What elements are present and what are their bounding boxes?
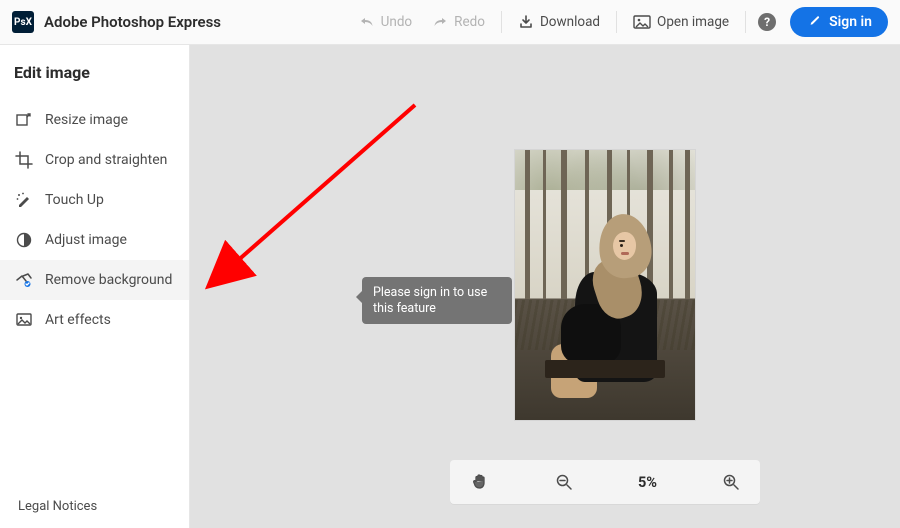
help-button[interactable]: ? — [758, 13, 776, 31]
signin-required-tooltip: Please sign in to use this feature — [362, 277, 512, 324]
signin-icon — [806, 14, 822, 30]
tool-remove-background[interactable]: Remove background — [0, 260, 189, 300]
open-image-label: Open image — [657, 14, 729, 30]
help-icon-text: ? — [764, 15, 770, 29]
touchup-icon — [15, 191, 33, 209]
tool-label: Touch Up — [45, 192, 104, 208]
crop-icon — [15, 151, 33, 169]
download-label: Download — [540, 14, 600, 30]
canvas-area: 5% Please sign in to use this feature — [190, 45, 900, 528]
app-header: PsX Adobe Photoshop Express Undo Redo Do… — [0, 0, 900, 45]
zoom-out-button[interactable] — [555, 473, 573, 491]
art-effects-icon — [15, 311, 33, 329]
download-button[interactable]: Download — [508, 8, 610, 36]
undo-icon — [359, 15, 375, 29]
tool-label: Adjust image — [45, 232, 127, 248]
app-logo: PsX — [12, 11, 34, 33]
pan-hand-button[interactable] — [470, 472, 490, 492]
tool-label: Art effects — [45, 312, 111, 328]
tool-touch-up[interactable]: Touch Up — [0, 180, 189, 220]
legal-notices-link[interactable]: Legal Notices — [0, 489, 189, 528]
canvas-image[interactable] — [515, 150, 695, 420]
open-image-button[interactable]: Open image — [623, 8, 739, 36]
tool-label: Remove background — [45, 272, 172, 288]
tool-list: Resize image Crop and straighten Touch U… — [0, 90, 189, 340]
tool-label: Resize image — [45, 112, 128, 128]
tooltip-text: Please sign in to use this feature — [373, 285, 487, 316]
zoom-toolbar: 5% — [450, 460, 760, 504]
resize-icon — [15, 111, 33, 129]
tool-label: Crop and straighten — [45, 152, 167, 168]
undo-button[interactable]: Undo — [349, 8, 423, 36]
header-divider — [616, 11, 617, 33]
redo-button[interactable]: Redo — [422, 8, 495, 36]
header-divider — [745, 11, 746, 33]
signin-label: Sign in — [829, 14, 872, 30]
app-logo-text: PsX — [14, 17, 32, 28]
adjust-icon — [15, 231, 33, 249]
sidebar: Edit image Resize image Crop and straigh… — [0, 45, 190, 528]
app-title: Adobe Photoshop Express — [44, 13, 221, 31]
signin-button[interactable]: Sign in — [790, 7, 888, 37]
redo-label: Redo — [454, 14, 485, 30]
tool-adjust-image[interactable]: Adjust image — [0, 220, 189, 260]
redo-icon — [432, 15, 448, 29]
sidebar-title: Edit image — [0, 45, 189, 90]
remove-bg-icon — [15, 271, 33, 289]
open-image-icon — [633, 15, 651, 29]
tool-crop-straighten[interactable]: Crop and straighten — [0, 140, 189, 180]
zoom-in-button[interactable] — [722, 473, 740, 491]
tool-resize-image[interactable]: Resize image — [0, 100, 189, 140]
tool-art-effects[interactable]: Art effects — [0, 300, 189, 340]
header-divider — [501, 11, 502, 33]
undo-label: Undo — [381, 14, 413, 30]
download-icon — [518, 14, 534, 30]
zoom-value: 5% — [638, 474, 657, 491]
